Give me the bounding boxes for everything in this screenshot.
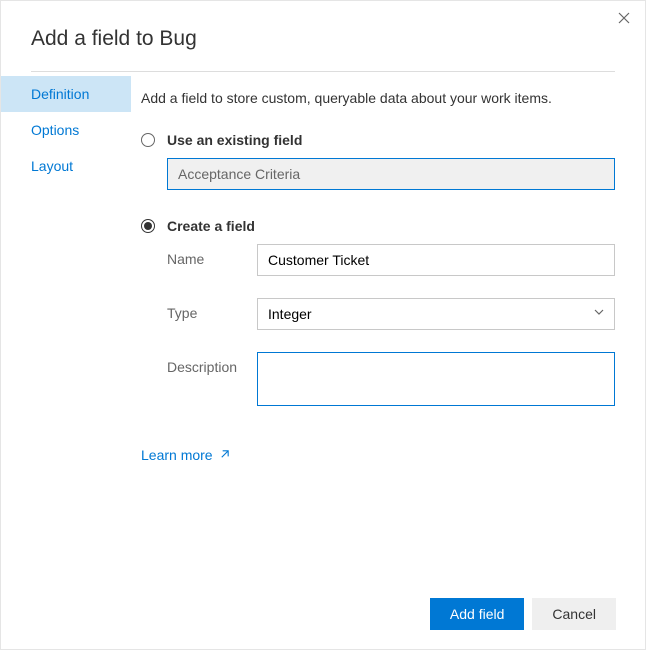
description-textarea[interactable]	[257, 352, 615, 406]
external-link-icon	[219, 447, 230, 463]
type-label: Type	[167, 298, 257, 321]
existing-field-input[interactable]	[167, 158, 615, 190]
existing-field-row	[167, 158, 615, 190]
description-row: Description	[167, 352, 615, 411]
dialog: Add a field to Bug Definition Options La…	[0, 0, 646, 650]
create-field-radio[interactable]	[141, 219, 155, 233]
sidebar-item-layout[interactable]: Layout	[1, 148, 131, 184]
sidebar-item-label: Options	[31, 122, 79, 138]
type-select[interactable]: Integer	[257, 298, 615, 330]
learn-more-link[interactable]: Learn more	[141, 447, 230, 463]
add-field-button[interactable]: Add field	[430, 598, 524, 630]
description-label: Description	[167, 352, 257, 375]
create-field-label: Create a field	[167, 218, 255, 234]
close-button[interactable]	[614, 8, 634, 31]
intro-text: Add a field to store custom, queryable d…	[141, 90, 615, 106]
sidebar: Definition Options Layout	[1, 72, 131, 465]
sidebar-item-definition[interactable]: Definition	[1, 76, 131, 112]
name-row: Name	[167, 244, 615, 276]
type-row: Type Integer	[167, 298, 615, 330]
sidebar-item-label: Definition	[31, 86, 89, 102]
dialog-title: Add a field to Bug	[31, 27, 615, 51]
learn-more-label: Learn more	[141, 447, 213, 463]
main-panel: Add a field to store custom, queryable d…	[131, 72, 645, 465]
existing-field-label: Use an existing field	[167, 132, 302, 148]
name-label: Name	[167, 244, 257, 267]
existing-field-radio[interactable]	[141, 133, 155, 147]
learn-more-row: Learn more	[141, 447, 615, 465]
name-input[interactable]	[257, 244, 615, 276]
close-icon	[618, 12, 630, 27]
sidebar-item-options[interactable]: Options	[1, 112, 131, 148]
dialog-footer: Add field Cancel	[430, 598, 616, 630]
existing-field-option: Use an existing field	[141, 132, 615, 148]
dialog-header: Add a field to Bug	[1, 1, 645, 71]
cancel-button[interactable]: Cancel	[532, 598, 616, 630]
sidebar-item-label: Layout	[31, 158, 73, 174]
create-field-option: Create a field	[141, 218, 615, 234]
dialog-body: Definition Options Layout Add a field to…	[1, 72, 645, 465]
